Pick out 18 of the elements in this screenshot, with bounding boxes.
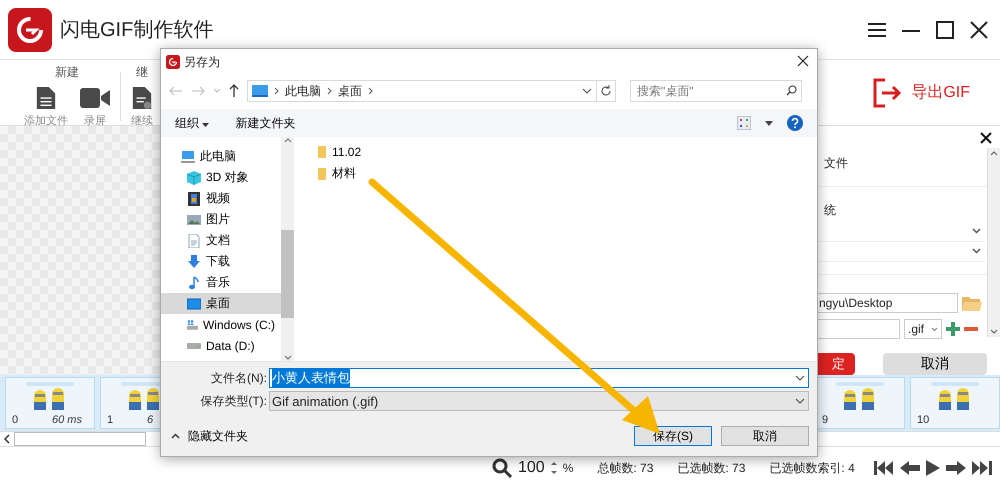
dialog-title: 另存为 (184, 54, 220, 70)
filename-label: 文件名(N): (210, 370, 268, 386)
frame-duration: 60 ms (52, 414, 82, 426)
group-label: 继 (136, 64, 148, 81)
frame-stat: 总帧数: 73 (597, 460, 654, 476)
group-label: 新建 (55, 64, 79, 81)
app-title: 闪电GIF制作软件 (60, 18, 214, 43)
frame-stat: 已选帧数索引: 4 (769, 460, 855, 476)
section-label: 统 (823, 202, 837, 219)
frame-duration: 6 (147, 414, 154, 426)
frame-index: 0 (12, 414, 20, 426)
percent-label: % (562, 461, 574, 475)
frame-index: 10 (917, 414, 930, 426)
frame-index: 9 (822, 414, 830, 426)
frame-stat: 已选帧数: 73 (677, 460, 746, 476)
file-type-label: 保存类型(T): (199, 392, 268, 410)
section-label: 文件 (823, 155, 849, 172)
frame-index: 1 (107, 414, 114, 426)
